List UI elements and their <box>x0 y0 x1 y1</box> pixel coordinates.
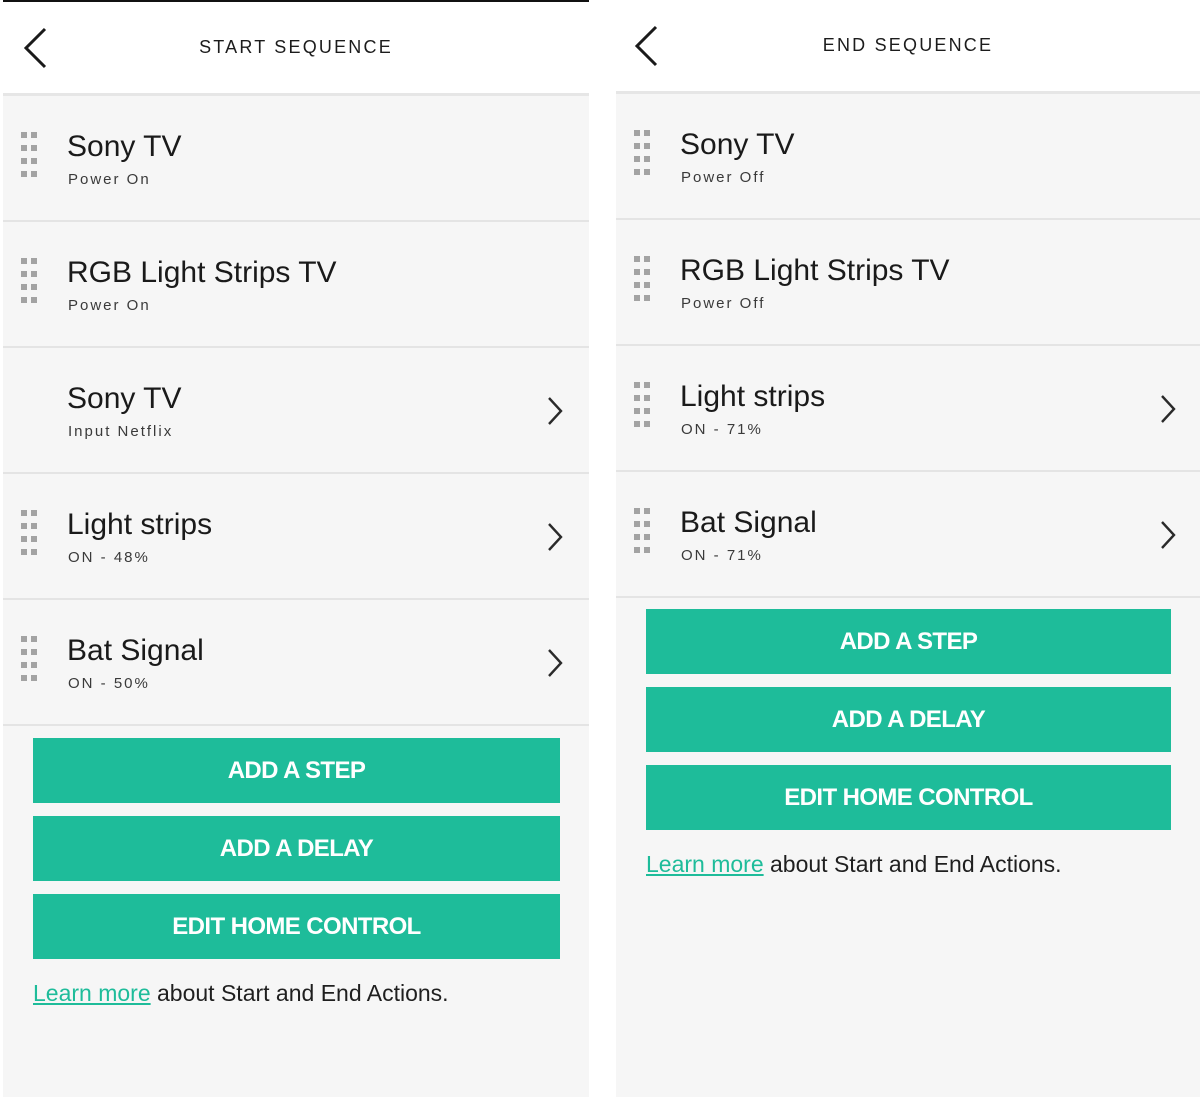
chevron-right-icon[interactable] <box>1160 520 1176 550</box>
step-name: Bat Signal <box>67 634 204 667</box>
page-title: START SEQUENCE <box>199 37 393 57</box>
learn-more-text: Learn more about Start and End Actions. <box>3 972 589 1007</box>
drag-handle-icon[interactable] <box>21 636 41 682</box>
step-row[interactable]: Sony TV Power Off <box>616 94 1200 220</box>
learn-more-link[interactable]: Learn more <box>646 851 764 877</box>
step-row[interactable]: Bat Signal ON - 71% <box>616 472 1200 598</box>
page-title: END SEQUENCE <box>822 35 994 55</box>
chevron-right-icon[interactable] <box>547 522 563 552</box>
step-detail: ON - 71% <box>681 547 763 564</box>
drag-handle-icon[interactable] <box>634 382 654 428</box>
step-row[interactable]: Sony TV Power On <box>3 96 589 222</box>
step-detail: Power Off <box>681 295 766 312</box>
action-buttons: ADD A STEP ADD A DELAY EDIT HOME CONTROL <box>616 598 1200 830</box>
edit-home-control-button[interactable]: EDIT HOME CONTROL <box>33 894 560 959</box>
step-row[interactable]: RGB Light Strips TV Power Off <box>616 220 1200 346</box>
step-detail: ON - 71% <box>681 421 763 438</box>
drag-handle-icon[interactable] <box>634 508 654 554</box>
chevron-right-icon[interactable] <box>547 648 563 678</box>
edit-home-control-button[interactable]: EDIT HOME CONTROL <box>646 765 1171 830</box>
step-name: Sony TV <box>67 382 182 415</box>
action-buttons: ADD A STEP ADD A DELAY EDIT HOME CONTROL <box>3 726 589 959</box>
drag-handle-icon[interactable] <box>634 130 654 176</box>
drag-handle-icon[interactable] <box>634 256 654 302</box>
step-row[interactable]: Light strips ON - 48% <box>3 474 589 600</box>
add-delay-button[interactable]: ADD A DELAY <box>646 687 1171 752</box>
step-row[interactable]: RGB Light Strips TV Power On <box>3 222 589 348</box>
start-sequence-header: START SEQUENCE <box>3 0 589 96</box>
add-step-button[interactable]: ADD A STEP <box>646 609 1171 674</box>
learn-more-description: about Start and End Actions. <box>150 980 449 1006</box>
step-list: Sony TV Power On RGB Light Strips TV Power … <box>3 96 589 726</box>
step-name: Light strips <box>680 380 826 413</box>
learn-more-text: Learn more about Start and End Actions. <box>616 843 1200 878</box>
step-detail: ON - 50% <box>68 675 150 692</box>
step-name: Sony TV <box>67 130 182 163</box>
add-step-button[interactable]: ADD A STEP <box>33 738 560 803</box>
step-detail: Power Off <box>681 169 766 186</box>
step-detail: Power On <box>68 297 151 314</box>
drag-handle-icon[interactable] <box>21 510 41 556</box>
step-detail: Power On <box>68 171 151 188</box>
step-name: RGB Light Strips TV <box>680 254 950 287</box>
step-row[interactable]: Sony TV Input Netflix <box>3 348 589 474</box>
start-sequence-panel: START SEQUENCE Sony TV Power On RGB Light … <box>3 0 589 1097</box>
step-name: Light strips <box>67 508 213 541</box>
add-delay-button[interactable]: ADD A DELAY <box>33 816 560 881</box>
step-detail: Input Netflix <box>68 423 174 440</box>
learn-more-description: about Start and End Actions. <box>763 851 1062 877</box>
step-name: Bat Signal <box>680 506 817 539</box>
drag-handle-icon[interactable] <box>21 132 41 178</box>
end-sequence-panel: END SEQUENCE Sony TV Power Off RGB Light S… <box>616 0 1200 1097</box>
chevron-right-icon[interactable] <box>547 396 563 426</box>
drag-handle-icon[interactable] <box>21 258 41 304</box>
top-divider <box>3 0 589 2</box>
step-name: Sony TV <box>680 128 795 161</box>
step-detail: ON - 48% <box>68 549 150 566</box>
end-sequence-header: END SEQUENCE <box>616 0 1200 94</box>
chevron-right-icon[interactable] <box>1160 394 1176 424</box>
learn-more-link[interactable]: Learn more <box>33 980 151 1006</box>
step-name: RGB Light Strips TV <box>67 256 337 289</box>
step-list: Sony TV Power Off RGB Light Strips TV Power… <box>616 94 1200 598</box>
step-row[interactable]: Bat Signal ON - 50% <box>3 600 589 726</box>
step-row[interactable]: Light strips ON - 71% <box>616 346 1200 472</box>
